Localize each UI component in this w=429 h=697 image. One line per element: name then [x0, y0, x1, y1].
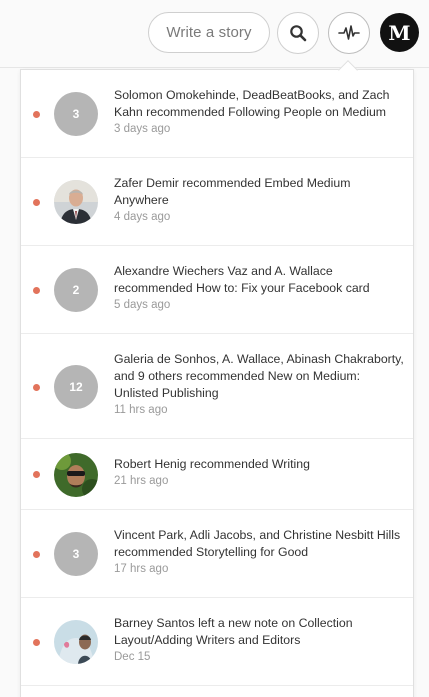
user-avatar [54, 620, 98, 664]
activity-button[interactable] [328, 12, 370, 54]
notification-time: 17 hrs ago [114, 563, 169, 575]
notification-text: Robert Henig recommended Writing 21 hrs … [114, 456, 404, 490]
notification-text: Vincent Park, Adli Jacobs, and Christine… [114, 527, 404, 578]
notification-time: 11 hrs ago [114, 404, 168, 416]
user-avatar [54, 453, 98, 497]
logo-letter: M [388, 20, 411, 45]
recommender-count: 12 [69, 380, 83, 394]
recommender-count: 3 [72, 107, 80, 121]
notification-time: 4 days ago [114, 211, 171, 223]
recommender-count: 2 [72, 283, 80, 297]
notification-message: Alexandre Wiechers Vaz and A. Wallace re… [114, 264, 370, 295]
notification-time: 3 days ago [114, 123, 171, 135]
unread-dot [33, 384, 40, 391]
notification-message: Galeria de Sonhos, A. Wallace, Abinash C… [114, 352, 404, 400]
notification-message: Solomon Omokehinde, DeadBeatBooks, and Z… [114, 88, 390, 119]
recommender-count-avatar: 3 [54, 92, 98, 136]
user-avatar [54, 180, 98, 224]
search-button[interactable] [277, 12, 319, 54]
notification-item[interactable]: Robert Henig recommended Writing 21 hrs … [21, 439, 413, 510]
notification-message: Barney Santos left a new note on Collect… [114, 616, 353, 647]
notification-message: Vincent Park, Adli Jacobs, and Christine… [114, 528, 401, 559]
unread-dot [33, 199, 40, 206]
recommender-count-avatar: 3 [54, 532, 98, 576]
notification-item[interactable]: 3 Vincent Park, Adli Jacobs, and Christi… [21, 510, 413, 598]
write-story-label: Write a story [166, 24, 252, 41]
notifications-panel: 3 Solomon Omokehinde, DeadBeatBooks, and… [20, 69, 414, 697]
unread-dot [33, 111, 40, 118]
notification-item[interactable]: 3 Solomon Omokehinde, DeadBeatBooks, and… [21, 70, 413, 158]
notification-item[interactable]: Zafer Demir recommended Embed Medium Any… [21, 158, 413, 246]
notification-item[interactable]: Barney Santos left a new note on Collect… [21, 598, 413, 686]
top-navigation-bar: Write a story M [0, 0, 429, 68]
unread-dot [33, 639, 40, 646]
notification-message: Robert Henig recommended Writing [114, 457, 310, 471]
unread-dot [33, 551, 40, 558]
recommender-count: 3 [72, 547, 80, 561]
user-photo-icon [54, 453, 98, 497]
medium-logo-avatar[interactable]: M [380, 13, 419, 52]
notification-text: Solomon Omokehinde, DeadBeatBooks, and Z… [114, 87, 404, 138]
user-photo-icon [54, 180, 98, 224]
notification-text: Barney Santos left a new note on Collect… [114, 615, 404, 666]
write-story-button[interactable]: Write a story [148, 12, 270, 53]
user-photo-icon [54, 620, 98, 664]
notification-time: 21 hrs ago [114, 475, 169, 487]
activity-pulse-icon [338, 25, 360, 40]
notification-item[interactable]: 2 Alexandre Wiechers Vaz and A. Wallace … [21, 246, 413, 334]
notification-text: Galeria de Sonhos, A. Wallace, Abinash C… [114, 351, 404, 419]
notification-text: Alexandre Wiechers Vaz and A. Wallace re… [114, 263, 404, 314]
recommender-count-avatar: 12 [54, 365, 98, 409]
notification-time: 5 days ago [114, 299, 171, 311]
search-icon [290, 25, 307, 42]
notification-message: Zafer Demir recommended Embed Medium Any… [114, 176, 351, 207]
unread-dot [33, 287, 40, 294]
recommender-count-avatar: 2 [54, 268, 98, 312]
notification-text: Zafer Demir recommended Embed Medium Any… [114, 175, 404, 226]
unread-dot [33, 471, 40, 478]
notification-time: Dec 15 [114, 651, 151, 663]
notification-item[interactable]: 12 Galeria de Sonhos, A. Wallace, Abinas… [21, 334, 413, 439]
